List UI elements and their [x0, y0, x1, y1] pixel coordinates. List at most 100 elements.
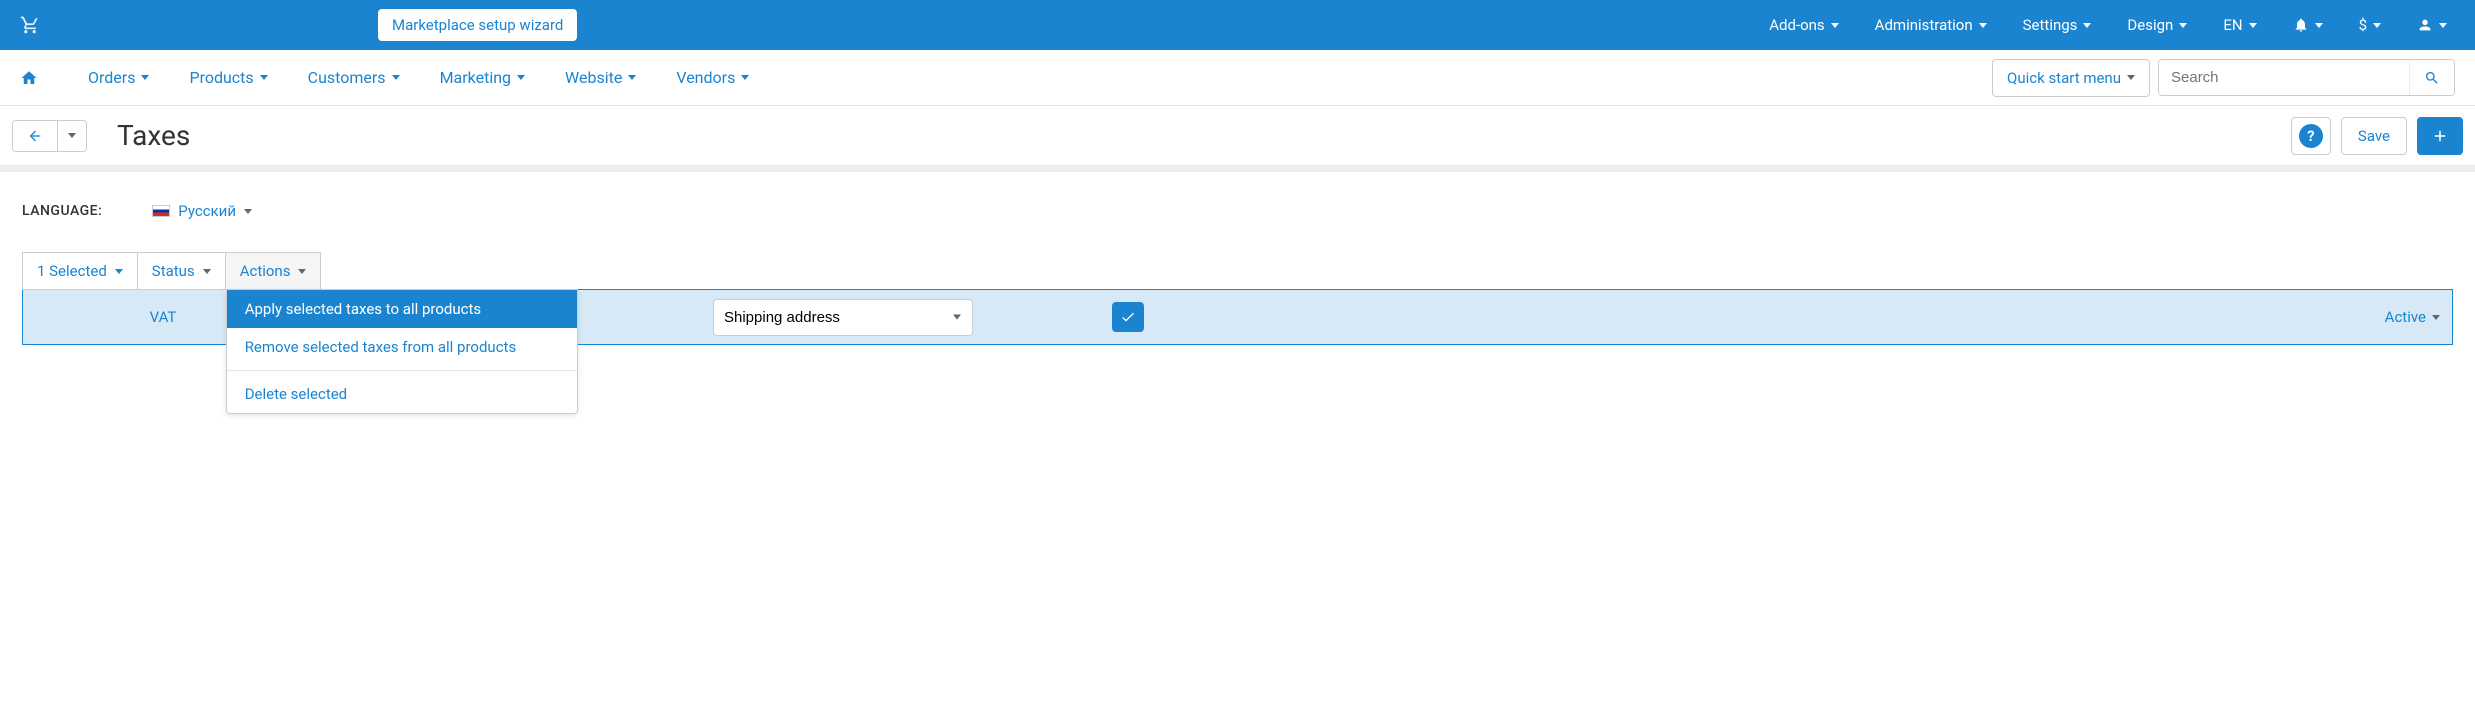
action-apply[interactable]: Apply selected taxes to all products [227, 290, 577, 328]
language-select[interactable]: Русский [152, 202, 252, 220]
selected-count-button[interactable]: 1 Selected [22, 252, 138, 290]
actions-button[interactable]: Actions Apply selected taxes to all prod… [226, 252, 322, 290]
cell-check [983, 302, 1273, 332]
language-row: LANGUAGE: Русский [22, 202, 2453, 220]
address-select[interactable] [713, 299, 973, 336]
quick-start-button[interactable]: Quick start menu [1992, 59, 2150, 97]
chevron-down-icon [517, 75, 525, 80]
nav-website[interactable]: Website [545, 68, 656, 87]
content: LANGUAGE: Русский 1 Selected Status Acti… [0, 172, 2475, 375]
check-icon [1120, 309, 1136, 325]
notifications-menu[interactable] [2285, 17, 2331, 33]
page-title: Taxes [117, 119, 190, 152]
setup-wizard-button[interactable]: Marketplace setup wizard [378, 9, 577, 41]
status-dropdown[interactable]: Active [2373, 308, 2452, 326]
chevron-down-icon [2373, 23, 2381, 28]
chevron-down-icon [203, 269, 211, 274]
chevron-down-icon [68, 133, 76, 138]
nav-orders[interactable]: Orders [68, 68, 169, 87]
selected-label: 1 Selected [37, 262, 107, 280]
chevron-down-icon [2083, 23, 2091, 28]
back-button[interactable] [13, 121, 57, 151]
nav-products[interactable]: Products [169, 68, 287, 87]
chevron-down-icon [141, 75, 149, 80]
title-bar: Taxes ? Save [0, 106, 2475, 166]
nav-label: Customers [308, 68, 386, 87]
top-bar: Marketplace setup wizard Add-ons Adminis… [0, 0, 2475, 50]
add-button[interactable] [2417, 117, 2463, 155]
nav-vendors[interactable]: Vendors [656, 68, 769, 87]
question-icon: ? [2299, 124, 2323, 148]
chevron-down-icon [2179, 23, 2187, 28]
settings-label: Settings [2023, 16, 2078, 34]
chevron-down-icon [2127, 75, 2135, 80]
language-label: EN [2223, 16, 2242, 34]
action-delete[interactable]: Delete selected [227, 375, 577, 413]
title-bar-right: ? Save [2291, 117, 2463, 155]
language-menu[interactable]: EN [2215, 16, 2264, 34]
nav-label: Website [565, 68, 622, 87]
chevron-down-icon [2432, 315, 2440, 320]
status-value: Active [2385, 308, 2426, 326]
search-input[interactable] [2159, 60, 2409, 95]
chevron-down-icon [392, 75, 400, 80]
toolbar: 1 Selected Status Actions Apply selected… [22, 252, 2453, 290]
currency-label: $ [2359, 16, 2367, 34]
top-bar-left: Marketplace setup wizard [20, 9, 577, 41]
nav-marketing[interactable]: Marketing [420, 68, 545, 87]
back-dropdown[interactable] [57, 121, 86, 151]
plus-icon [2431, 127, 2449, 145]
addons-menu[interactable]: Add-ons [1761, 16, 1846, 34]
chevron-down-icon [1831, 23, 1839, 28]
chevron-down-icon [244, 209, 252, 214]
save-button[interactable]: Save [2341, 117, 2407, 155]
action-remove[interactable]: Remove selected taxes from all products [227, 328, 577, 366]
chevron-down-icon [2315, 23, 2323, 28]
cell-address [703, 299, 983, 336]
actions-dropdown: Apply selected taxes to all products Rem… [226, 289, 578, 414]
tax-name-link[interactable]: VAT [150, 308, 177, 326]
chevron-down-icon [115, 269, 123, 274]
nav-label: Vendors [676, 68, 735, 87]
home-icon[interactable] [20, 69, 38, 87]
currency-menu[interactable]: $ [2351, 16, 2389, 34]
settings-menu[interactable]: Settings [2015, 16, 2100, 34]
administration-label: Administration [1875, 16, 1973, 34]
nav-label: Products [189, 68, 253, 87]
language-value: Русский [178, 202, 236, 220]
nav-bar: Orders Products Customers Marketing Webs… [0, 50, 2475, 106]
chevron-down-icon [2249, 23, 2257, 28]
bell-icon [2293, 17, 2309, 33]
user-icon [2417, 17, 2433, 33]
language-label: LANGUAGE: [22, 203, 102, 219]
nav-right: Quick start menu [1992, 59, 2455, 97]
actions-label: Actions [240, 262, 291, 280]
chevron-down-icon [628, 75, 636, 80]
chevron-down-icon [2439, 23, 2447, 28]
arrow-left-icon [27, 128, 43, 144]
divider [227, 370, 577, 371]
status-button[interactable]: Status [138, 252, 226, 290]
chevron-down-icon [741, 75, 749, 80]
search-button[interactable] [2409, 60, 2454, 95]
design-menu[interactable]: Design [2119, 16, 2195, 34]
administration-menu[interactable]: Administration [1867, 16, 1995, 34]
addons-label: Add-ons [1769, 16, 1824, 34]
status-label: Status [152, 262, 195, 280]
quick-start-label: Quick start menu [2007, 69, 2121, 87]
cart-icon[interactable] [20, 15, 40, 35]
flag-ru-icon [152, 205, 170, 217]
checkbox-enabled[interactable] [1112, 302, 1144, 332]
chevron-down-icon [1979, 23, 1987, 28]
nav-label: Orders [88, 68, 135, 87]
design-label: Design [2127, 16, 2173, 34]
select-wrap [713, 299, 973, 336]
back-button-group [12, 120, 87, 152]
chevron-down-icon [260, 75, 268, 80]
nav-customers[interactable]: Customers [288, 68, 420, 87]
user-menu[interactable] [2409, 17, 2455, 33]
chevron-down-icon [298, 269, 306, 274]
help-button[interactable]: ? [2291, 117, 2331, 155]
search-icon [2424, 70, 2440, 86]
search-wrap [2158, 59, 2455, 96]
